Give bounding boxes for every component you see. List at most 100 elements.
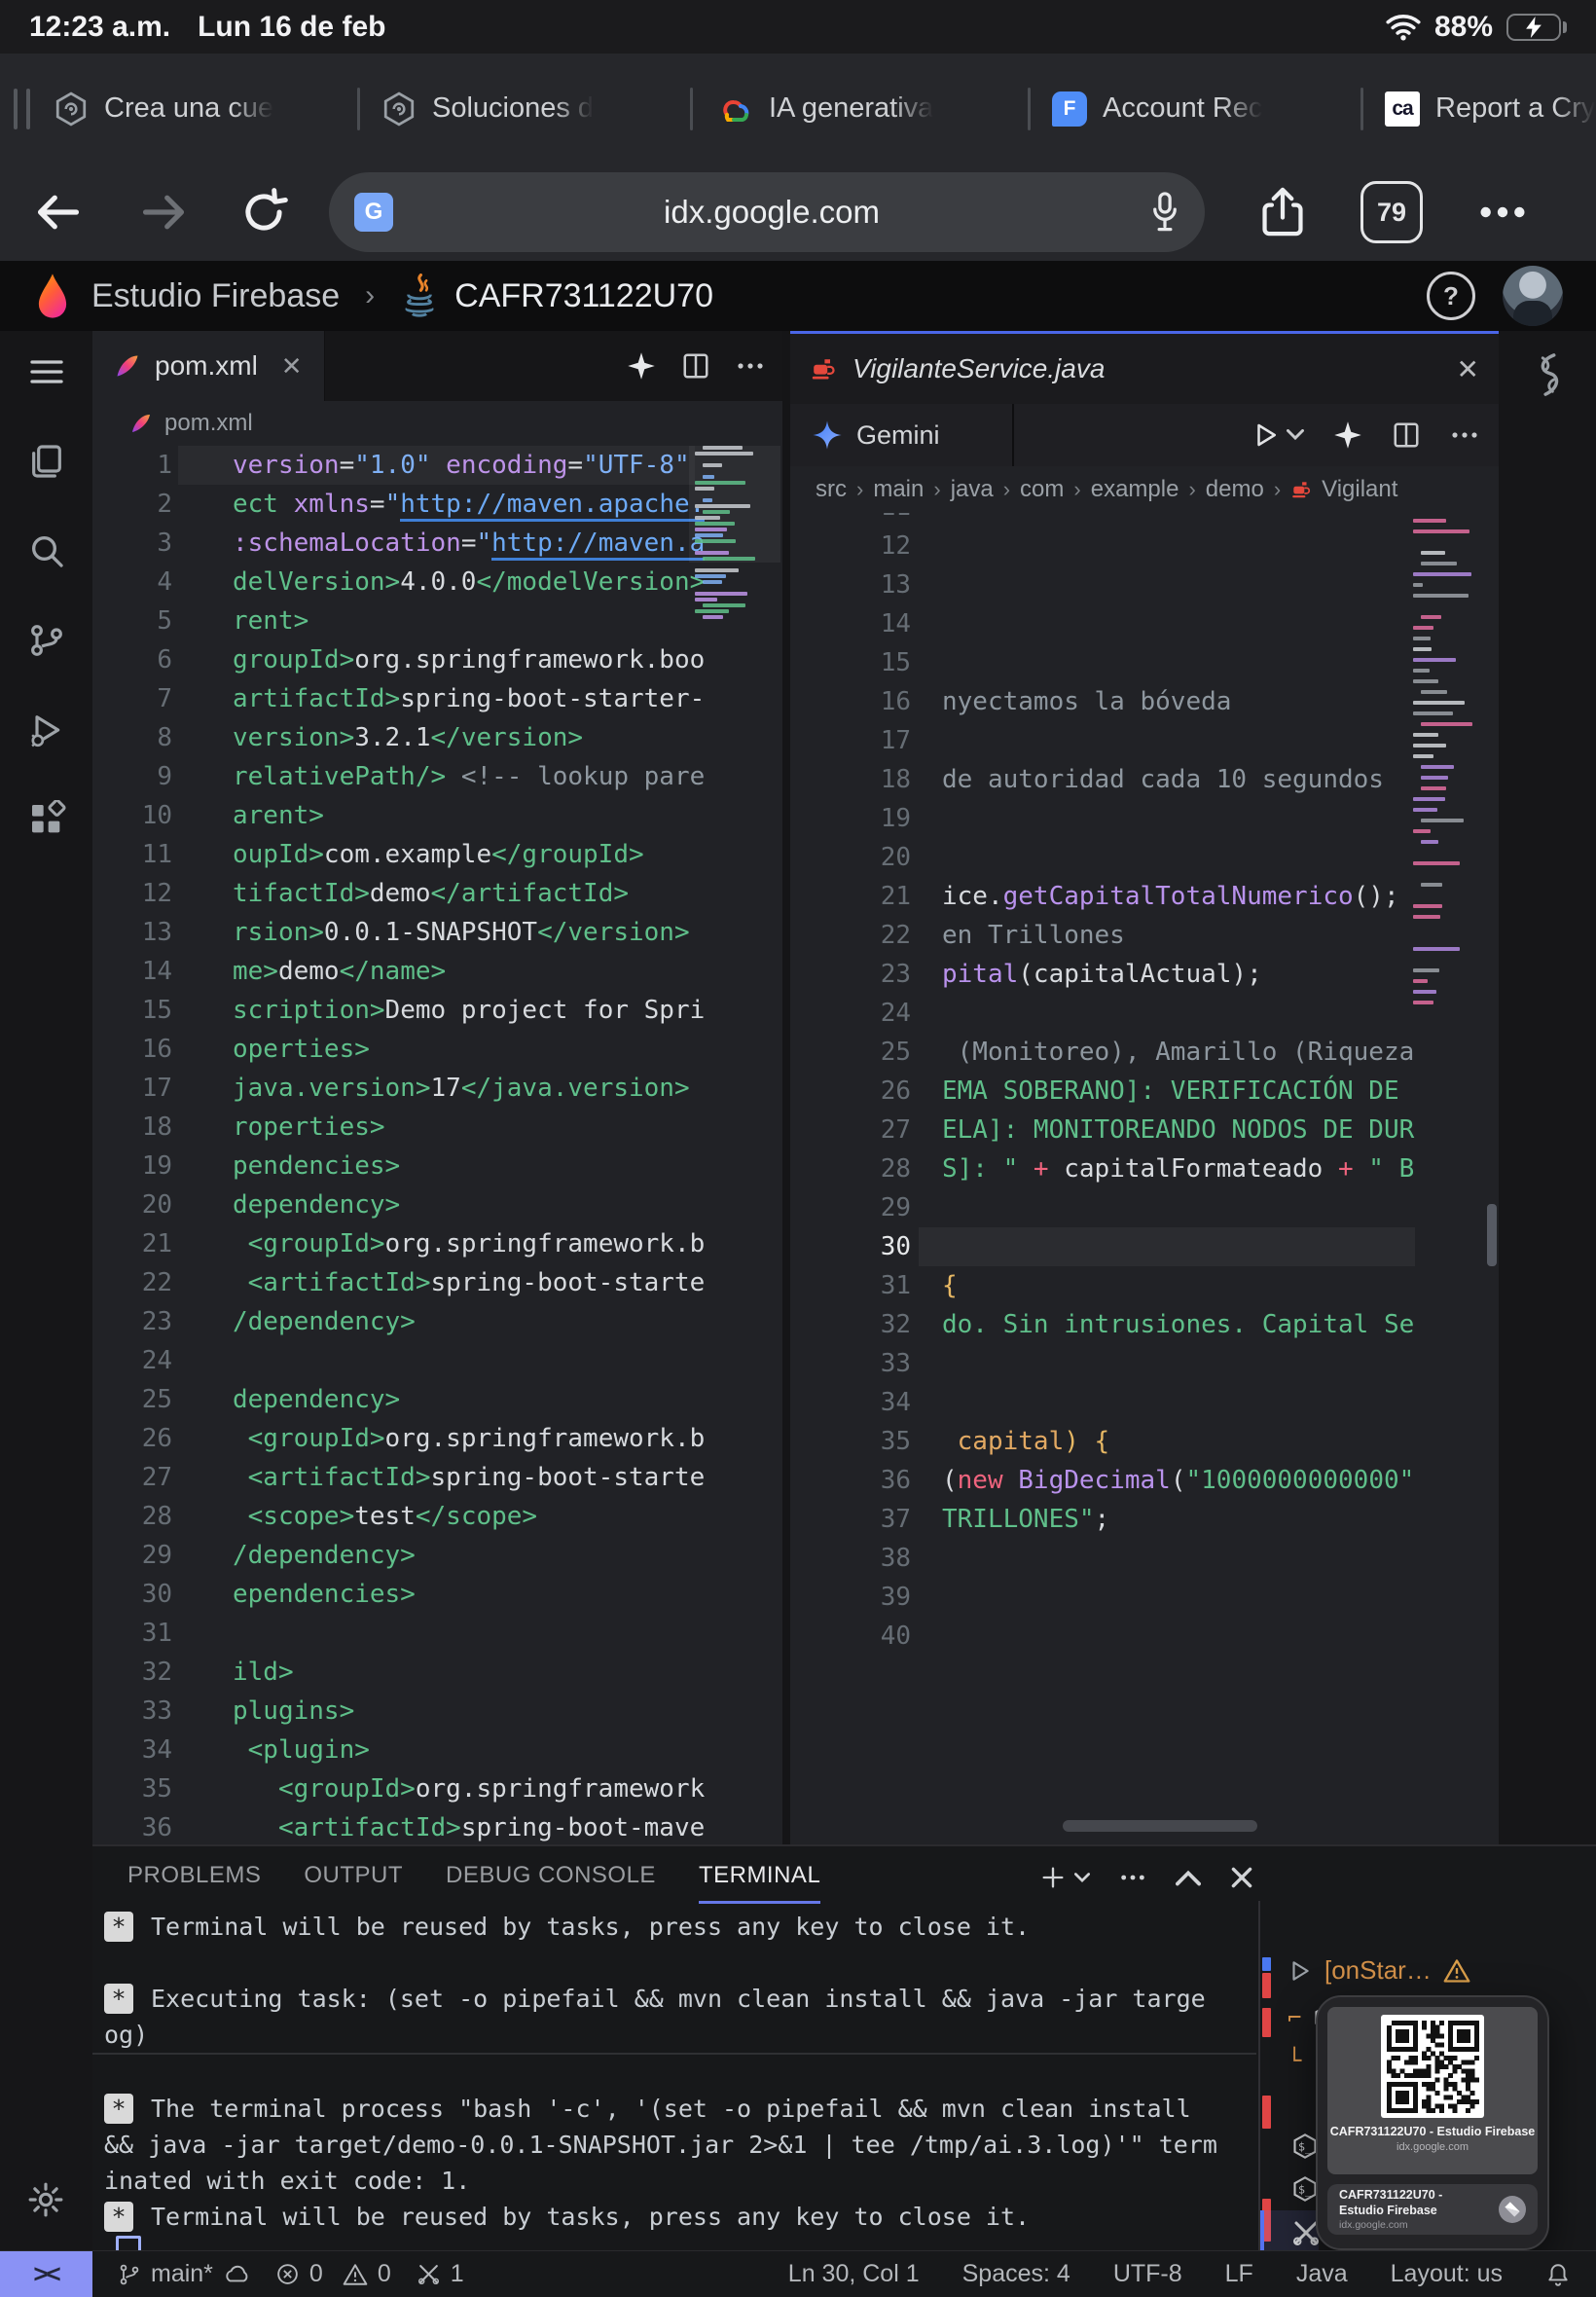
terminal-output[interactable]: *Terminal will be reused by tasks, press… bbox=[92, 1909, 1256, 2252]
date: Lun 16 de feb bbox=[198, 11, 385, 44]
minimap[interactable] bbox=[1411, 519, 1491, 1025]
run-button[interactable] bbox=[1251, 420, 1304, 450]
battery-percent: 88% bbox=[1434, 11, 1493, 44]
tab-problems[interactable]: PROBLEMS bbox=[127, 1862, 261, 1904]
source-control-icon[interactable] bbox=[27, 621, 66, 660]
gemini-rail-icon[interactable] bbox=[1528, 352, 1569, 397]
svg-text:$_: $_ bbox=[1298, 2140, 1313, 2154]
task-item-hidden[interactable]: $_ bbox=[1291, 2133, 1319, 2160]
mic-icon[interactable] bbox=[1150, 191, 1179, 234]
code-line: 39 bbox=[790, 1578, 1499, 1617]
language-mode[interactable]: Java bbox=[1296, 2260, 1348, 2288]
new-terminal-button[interactable] bbox=[1039, 1864, 1090, 1891]
tab-debug-console[interactable]: DEBUG CONSOLE bbox=[446, 1862, 656, 1904]
branch-indicator[interactable]: main* bbox=[118, 2260, 250, 2288]
cursor-position[interactable]: Ln 30, Col 1 bbox=[788, 2260, 920, 2288]
back-button[interactable] bbox=[33, 189, 84, 236]
translate-icon[interactable]: G bbox=[354, 193, 393, 232]
panel-more-icon[interactable] bbox=[1119, 1872, 1146, 1883]
gemini-sparkle-icon[interactable] bbox=[627, 351, 656, 381]
indentation[interactable]: Spaces: 4 bbox=[962, 2260, 1070, 2288]
tab-output[interactable]: OUTPUT bbox=[304, 1862, 403, 1904]
avatar[interactable] bbox=[1503, 266, 1563, 326]
code-line: 36(new BigDecimal("1000000000000" bbox=[790, 1461, 1499, 1500]
code-line: 20dependency> bbox=[92, 1185, 782, 1224]
browser-tab-account-recovery[interactable]: F Account Rec bbox=[1042, 91, 1349, 127]
help-button[interactable]: ? bbox=[1427, 272, 1475, 320]
code-line: 31{ bbox=[790, 1266, 1499, 1305]
browser-tab-report-crypto[interactable]: ca Report a Cry bbox=[1375, 91, 1596, 127]
code-line: 23pital(capitalActual); bbox=[790, 955, 1499, 994]
vertical-scrollbar[interactable] bbox=[1487, 1204, 1497, 1266]
split-editor-icon[interactable] bbox=[681, 351, 710, 381]
breadcrumb-item[interactable]: java bbox=[951, 476, 994, 503]
gemini-sparkle-icon[interactable] bbox=[1333, 420, 1362, 450]
horizontal-scrollbar[interactable] bbox=[1063, 1820, 1257, 1832]
tab-pom-xml[interactable]: pom.xml ✕ bbox=[92, 331, 325, 401]
maximize-panel-icon[interactable] bbox=[1176, 1869, 1201, 1886]
search-icon[interactable] bbox=[27, 531, 66, 570]
problems-indicator[interactable]: 0 0 bbox=[275, 2260, 391, 2288]
gemini-button[interactable]: Gemini bbox=[790, 404, 1012, 466]
tasks-indicator[interactable]: 1 bbox=[417, 2260, 464, 2288]
code-line: 20 bbox=[790, 838, 1499, 877]
split-editor-icon[interactable] bbox=[1392, 420, 1421, 450]
more-actions-icon[interactable] bbox=[736, 359, 765, 373]
notifications-bell-icon[interactable] bbox=[1545, 2262, 1571, 2287]
browser-menu-icon[interactable] bbox=[1477, 202, 1528, 222]
reload-button[interactable] bbox=[239, 188, 288, 237]
preview-link-row[interactable]: CAFR731122U70 - Estudio Firebase idx.goo… bbox=[1327, 2184, 1538, 2235]
editor-tabbar: VigilanteService.java ✕ bbox=[790, 334, 1499, 404]
more-actions-icon[interactable] bbox=[1450, 428, 1479, 442]
forward-button[interactable] bbox=[138, 189, 189, 236]
remote-indicator[interactable]: >< bbox=[0, 2251, 92, 2297]
close-panel-icon[interactable] bbox=[1230, 1866, 1253, 1889]
minimap[interactable] bbox=[693, 446, 777, 621]
eol[interactable]: LF bbox=[1225, 2260, 1253, 2288]
browser-tab-ia-generativa[interactable]: IA generativa bbox=[705, 92, 1016, 126]
share-icon[interactable] bbox=[1259, 185, 1306, 239]
breadcrumb[interactable]: src›main›java›com›example›demo›Vigilant bbox=[790, 466, 1499, 513]
code-line: 15 bbox=[790, 643, 1499, 682]
warning-icon bbox=[1443, 1958, 1470, 1984]
menu-icon[interactable] bbox=[27, 352, 66, 391]
code-line: 7artifactId>spring-boot-starter- bbox=[92, 679, 782, 718]
workspace-preview-card[interactable]: CAFR731122U70 - Estudio Firebase idx.goo… bbox=[1316, 1995, 1549, 2250]
code-line: 32ild> bbox=[92, 1653, 782, 1692]
browser-tab-crea-una-cuenta[interactable]: Crea una cue bbox=[44, 91, 345, 127]
terminal-line: *The terminal process "bash '-c', '(set … bbox=[92, 2091, 1256, 2127]
code-line: 21 <groupId>org.springframework.b bbox=[92, 1224, 782, 1263]
breadcrumb-item[interactable]: Vigilant bbox=[1322, 476, 1397, 503]
breadcrumb-item[interactable]: example bbox=[1091, 476, 1179, 503]
url-bar[interactable]: G idx.google.com bbox=[329, 172, 1205, 252]
code-line: 25dependency> bbox=[92, 1380, 782, 1419]
run-debug-icon[interactable] bbox=[27, 711, 66, 749]
browser-tab-soluciones[interactable]: Soluciones d bbox=[372, 91, 678, 127]
close-icon[interactable]: ✕ bbox=[1457, 353, 1479, 385]
code-line: 38 bbox=[790, 1539, 1499, 1578]
code-line: 34 <plugin> bbox=[92, 1731, 782, 1769]
code-editor-java[interactable]: 111213141516nyectamos la bóveda1718de au… bbox=[790, 513, 1499, 1847]
settings-gear-icon[interactable] bbox=[26, 2180, 65, 2219]
tab-count-button[interactable]: 79 bbox=[1360, 181, 1423, 243]
keyboard-layout[interactable]: Layout: us bbox=[1391, 2260, 1503, 2288]
encoding[interactable]: UTF-8 bbox=[1113, 2260, 1182, 2288]
task-item-hidden[interactable]: $_ bbox=[1291, 2175, 1319, 2203]
breadcrumb-item[interactable]: demo bbox=[1206, 476, 1264, 503]
task-item-onstart[interactable]: [onStar… bbox=[1288, 1955, 1470, 1986]
explorer-icon[interactable] bbox=[27, 442, 66, 481]
code-line: 27 <artifactId>spring-boot-starte bbox=[92, 1458, 782, 1497]
breadcrumb-item[interactable]: src bbox=[816, 476, 847, 503]
breadcrumb[interactable]: pom.xml bbox=[92, 401, 782, 446]
extensions-icon[interactable] bbox=[27, 800, 66, 839]
tab-terminal[interactable]: TERMINAL bbox=[699, 1862, 820, 1904]
code-line: 6groupId>org.springframework.boo bbox=[92, 640, 782, 679]
code-line: 15scription>Demo project for Spri bbox=[92, 991, 782, 1030]
product-title[interactable]: Estudio Firebase bbox=[91, 277, 340, 315]
code-line: 13 bbox=[790, 565, 1499, 604]
code-line: 14me>demo</name> bbox=[92, 952, 782, 991]
breadcrumb-item[interactable]: com bbox=[1020, 476, 1064, 503]
close-icon[interactable]: ✕ bbox=[281, 351, 303, 382]
breadcrumb-item[interactable]: main bbox=[873, 476, 924, 503]
code-editor-pom[interactable]: 1version="1.0" encoding="UTF-8"2ect xmln… bbox=[92, 446, 782, 1844]
